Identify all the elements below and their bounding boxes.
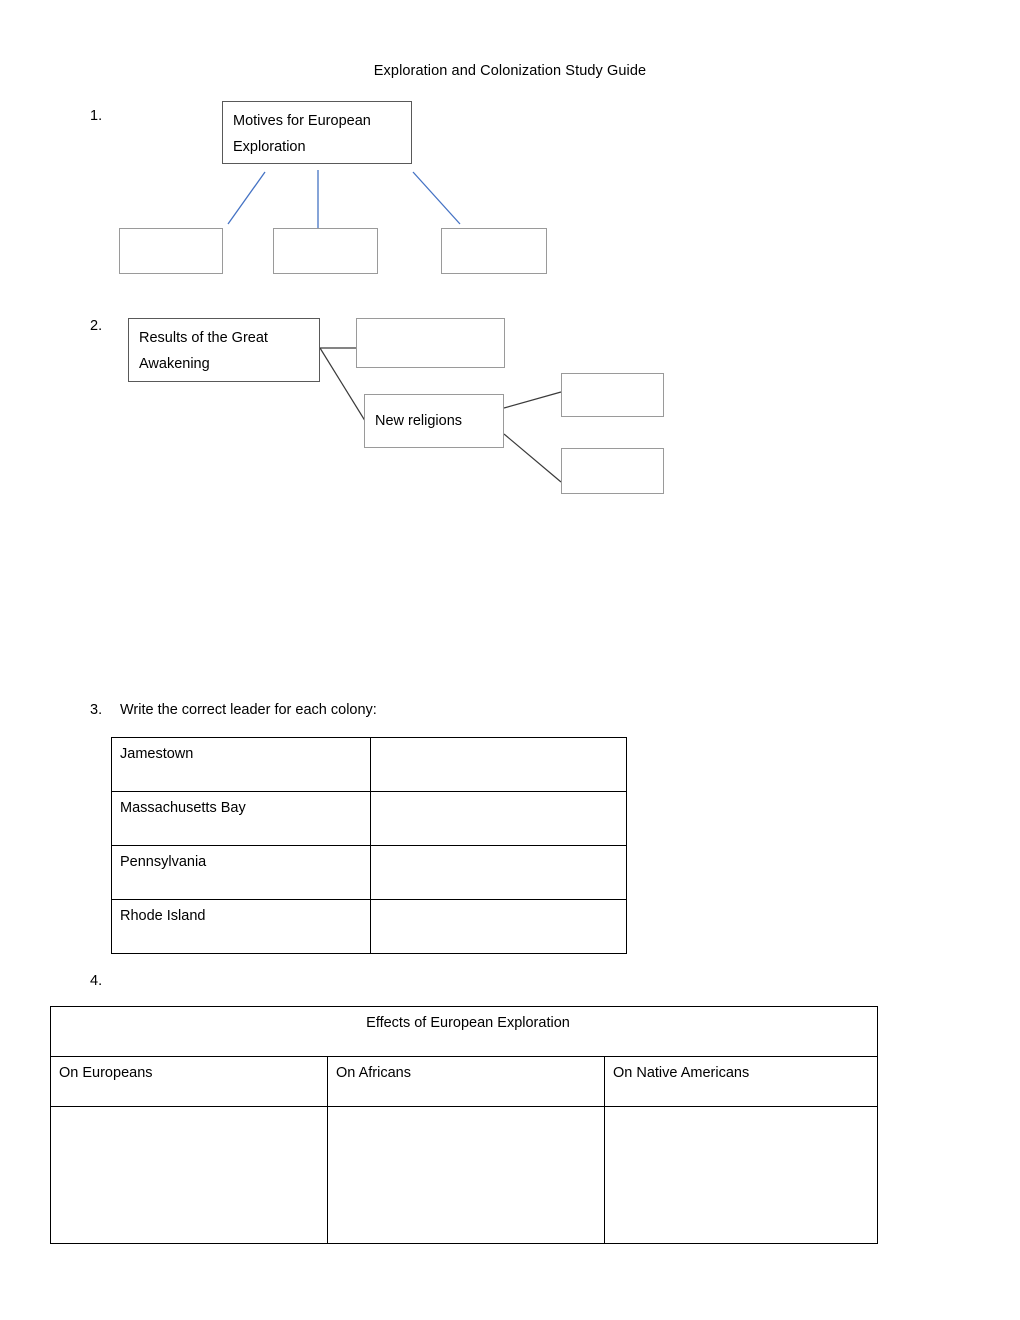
colony-name-cell: Pennsylvania: [111, 845, 371, 900]
table-row: [50, 1106, 878, 1244]
item-number-4: 4.: [90, 973, 103, 989]
colony-name-cell: Jamestown: [111, 737, 371, 792]
great-awakening-root-box[interactable]: Results of the Great Awakening: [128, 318, 320, 382]
effects-table-title: Effects of European Exploration: [50, 1006, 878, 1057]
great-awakening-result-box-1-label: [357, 319, 504, 325]
great-awakening-root-box-label: Results of the Great Awakening: [139, 330, 268, 372]
item-number-1: 1.: [90, 108, 103, 124]
great-awakening-result-box-1[interactable]: [356, 318, 505, 368]
effects-header-native-americans: On Native Americans: [604, 1056, 878, 1107]
motives-child-box-3[interactable]: [441, 228, 547, 274]
new-religions-box-label: New religions: [375, 413, 463, 429]
table-row: Rhode Island: [111, 899, 627, 954]
item-number-3: 3.: [90, 702, 103, 718]
section-3-prompt: Write the correct leader for each colony…: [120, 702, 377, 718]
effects-of-exploration-table: Effects of European Exploration On Europ…: [50, 1006, 878, 1244]
colony-leader-table: Jamestown Massachusetts Bay Pennsylvania…: [111, 737, 627, 954]
new-religions-child-box-1-label: [562, 374, 663, 380]
motives-child-box-3-label: [442, 229, 546, 235]
colony-leader-cell[interactable]: [370, 791, 627, 846]
effects-header-europeans: On Europeans: [50, 1056, 328, 1107]
motives-child-box-1-label: [120, 229, 222, 235]
new-religions-child-box-2[interactable]: [561, 448, 664, 494]
item-number-2: 2.: [90, 318, 103, 334]
colony-leader-cell[interactable]: [370, 845, 627, 900]
table-header-row: On Europeans On Africans On Native Ameri…: [50, 1056, 878, 1107]
table-row: Massachusetts Bay: [111, 791, 627, 846]
motives-root-box-label: Motives for European Exploration: [233, 113, 371, 155]
new-religions-box[interactable]: New religions: [364, 394, 504, 448]
table-row: Jamestown: [111, 737, 627, 792]
page-title: Exploration and Colonization Study Guide: [373, 63, 647, 79]
effects-answer-africans[interactable]: [327, 1106, 605, 1244]
colony-leader-cell[interactable]: [370, 737, 627, 792]
table-title-row: Effects of European Exploration: [50, 1006, 878, 1057]
colony-name-cell: Rhode Island: [111, 899, 371, 954]
motives-child-box-2-label: [274, 229, 377, 235]
motives-root-box[interactable]: Motives for European Exploration: [222, 101, 412, 164]
document-page: Exploration and Colonization Study Guide…: [0, 0, 1020, 1320]
effects-answer-europeans[interactable]: [50, 1106, 328, 1244]
effects-header-africans: On Africans: [327, 1056, 605, 1107]
table-row: Pennsylvania: [111, 845, 627, 900]
colony-leader-cell[interactable]: [370, 899, 627, 954]
colony-name-cell: Massachusetts Bay: [111, 791, 371, 846]
new-religions-child-box-1[interactable]: [561, 373, 664, 417]
new-religions-child-box-2-label: [562, 449, 663, 455]
effects-answer-native-americans[interactable]: [604, 1106, 878, 1244]
motives-child-box-2[interactable]: [273, 228, 378, 274]
motives-child-box-1[interactable]: [119, 228, 223, 274]
